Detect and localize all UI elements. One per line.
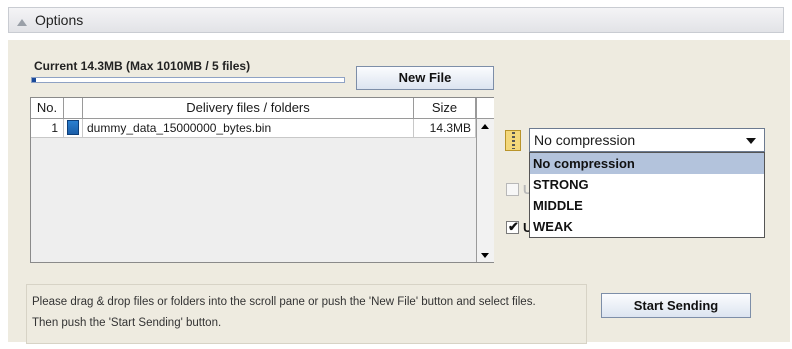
compression-option-strong[interactable]: STRONG <box>530 174 764 195</box>
column-header-no[interactable]: No. <box>31 98 64 118</box>
option-checkbox-disabled[interactable] <box>506 183 519 196</box>
scroll-up-arrow-icon[interactable] <box>481 124 489 129</box>
delivery-files-table[interactable]: No. Delivery files / folders Size 1 dumm… <box>30 97 494 263</box>
column-header-files[interactable]: Delivery files / folders <box>83 98 414 118</box>
instructions-box: Please drag & drop files or folders into… <box>26 284 587 344</box>
zip-archive-icon <box>505 130 521 151</box>
scroll-down-arrow-icon[interactable] <box>481 253 489 258</box>
new-file-button[interactable]: New File <box>356 66 494 90</box>
column-header-icon[interactable] <box>64 98 83 118</box>
table-row[interactable]: 1 dummy_data_15000000_bytes.bin 14.3MB <box>31 119 476 138</box>
collapse-triangle-icon[interactable] <box>17 19 27 26</box>
compression-option-weak[interactable]: WEAK <box>530 216 764 237</box>
compression-selected-value: No compression <box>534 132 636 148</box>
instructions-line-1: Please drag & drop files or folders into… <box>32 296 536 308</box>
column-header-size[interactable]: Size <box>414 98 476 118</box>
capacity-progress-fill <box>32 78 37 82</box>
options-header[interactable]: Options <box>8 7 784 33</box>
row-size: 14.3MB <box>414 119 476 137</box>
option-checkbox-checked[interactable]: ✔ <box>506 219 519 234</box>
current-size-label: Current 14.3MB (Max 1010MB / 5 files) <box>34 59 251 73</box>
table-header: No. Delivery files / folders Size <box>31 98 476 119</box>
start-sending-button[interactable]: Start Sending <box>601 293 751 318</box>
compression-dropdown-list[interactable]: No compression STRONG MIDDLE WEAK <box>529 152 765 238</box>
capacity-progress-bar <box>31 77 345 83</box>
compression-select[interactable]: No compression <box>529 128 765 152</box>
compression-option-none[interactable]: No compression <box>530 153 764 174</box>
compression-option-middle[interactable]: MIDDLE <box>530 195 764 216</box>
scrollbar-header-corner <box>477 98 494 119</box>
chevron-down-icon[interactable] <box>746 138 756 144</box>
row-filename: dummy_data_15000000_bytes.bin <box>83 119 414 137</box>
checkmark-icon: ✔ <box>508 219 519 234</box>
options-title: Options <box>35 12 84 28</box>
file-icon <box>67 120 79 135</box>
instructions-line-2: Then push the 'Start Sending' button. <box>32 317 222 329</box>
row-icon-cell <box>64 119 83 137</box>
row-number: 1 <box>31 119 64 137</box>
table-vertical-scrollbar[interactable] <box>476 98 494 262</box>
